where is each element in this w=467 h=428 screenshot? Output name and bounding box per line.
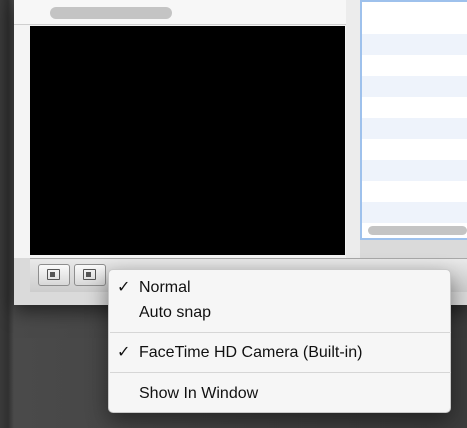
right-list-pane[interactable] [360,0,467,240]
menu-separator [110,332,451,333]
list-row-stripe [362,202,467,223]
top-scroll-area [14,0,346,25]
menu-item-label: Auto snap [139,304,212,321]
list-row-stripe [362,160,467,181]
list-row-stripe [362,76,467,97]
checkmark-icon: ✓ [117,344,131,361]
list-scrollbar-thumb[interactable] [368,226,467,235]
menu-item-label: FaceTime HD Camera (Built-in) [139,344,363,361]
checkmark-icon: ✓ [117,279,131,296]
menu-separator [110,372,451,373]
menu-item-label: Show In Window [139,385,259,402]
display-mode-icon [47,269,60,280]
camera-preview [30,26,345,255]
menu-item-auto-snap[interactable]: Auto snap [109,302,450,324]
menu-item-label: Normal [139,279,191,296]
mode-icon [83,269,96,280]
mode-button[interactable] [74,264,106,286]
list-row-stripe [362,34,467,55]
list-row-stripe [362,118,467,139]
camera-options-menu: ✓ Normal Auto snap ✓ FaceTime HD Camera … [108,269,451,413]
menu-item-facetime-camera[interactable]: ✓ FaceTime HD Camera (Built-in) [109,342,450,364]
horizontal-scrollbar-thumb[interactable] [50,7,172,19]
menu-item-normal[interactable]: ✓ Normal [109,277,450,299]
menu-item-show-in-window[interactable]: Show In Window [109,383,450,405]
display-mode-button[interactable] [38,264,70,286]
pane-divider[interactable] [346,0,360,258]
